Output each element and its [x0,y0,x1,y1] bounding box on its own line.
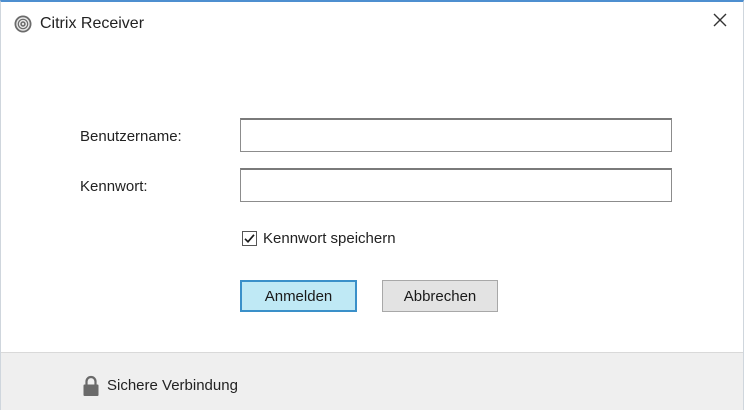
password-label: Kennwort: [80,178,148,195]
footer-bar: Sichere Verbindung [1,352,743,410]
remember-password-label[interactable]: Kennwort speichern [263,230,396,247]
username-field[interactable] [240,118,672,152]
username-label: Benutzername: [80,128,182,145]
citrix-logo-icon [14,15,32,33]
login-button[interactable]: Anmelden [240,280,357,312]
secure-connection-text: Sichere Verbindung [107,377,238,394]
title-bar: Citrix Receiver [1,2,743,44]
close-icon [712,12,728,33]
login-dialog: Citrix Receiver Benutzername: Kennwort: … [0,0,744,410]
window-title: Citrix Receiver [40,15,145,32]
checkmark-icon [244,233,255,243]
remember-password-checkbox[interactable] [242,230,257,246]
password-field[interactable] [240,168,672,202]
close-button[interactable] [697,2,743,42]
remember-password-row: Kennwort speichern [242,228,396,248]
lock-icon [82,375,100,397]
cancel-button[interactable]: Abbrechen [382,280,498,312]
